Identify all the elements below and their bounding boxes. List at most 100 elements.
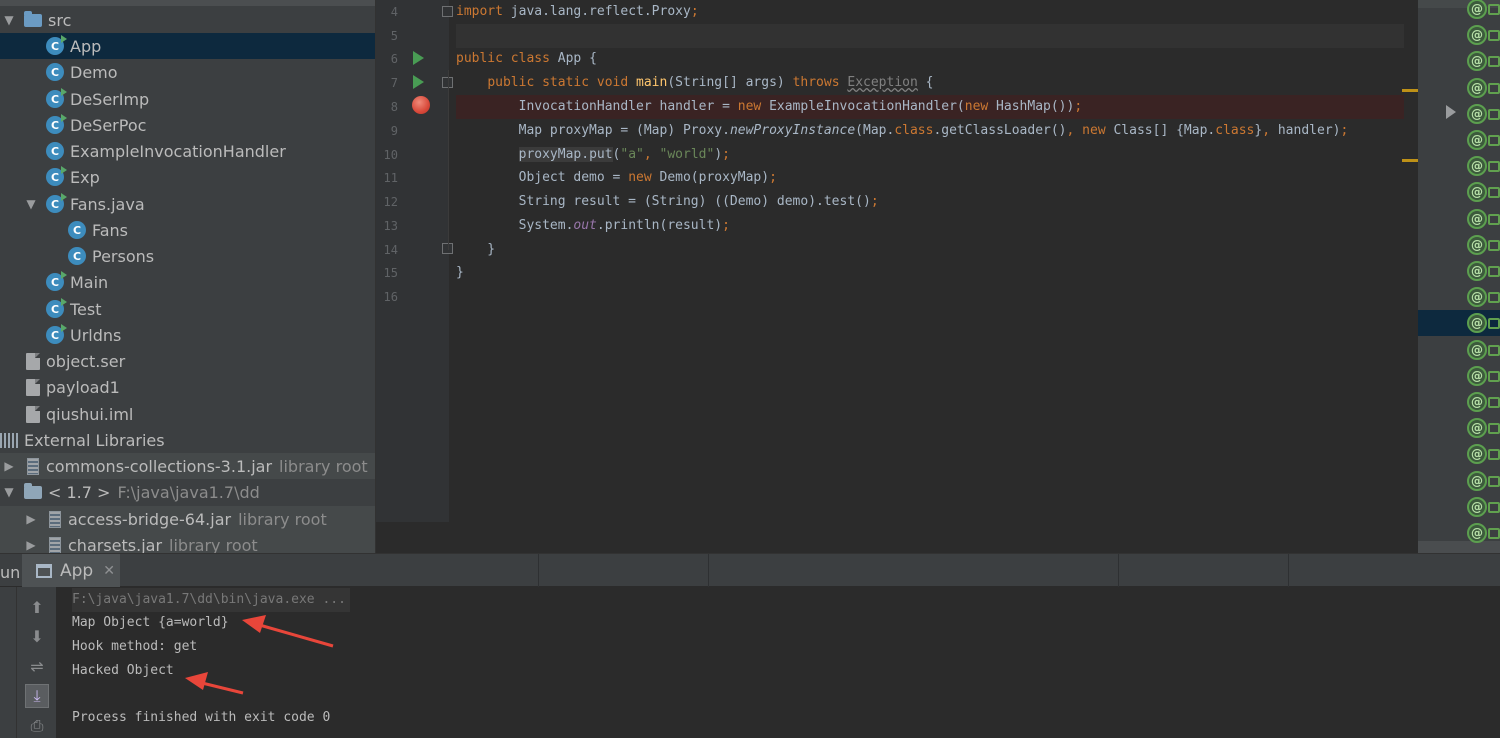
scroll-to-end-icon[interactable]: ⤓ (25, 684, 49, 708)
tree-item[interactable]: C ExampleInvocationHandler (0, 138, 375, 164)
tree-item[interactable]: C DeSerPoc (0, 112, 375, 138)
structure-item[interactable]: @ (1418, 0, 1500, 22)
scroll-down-icon[interactable]: ⬇ (25, 624, 49, 648)
semicolon: ; (690, 4, 699, 19)
runnable-class-icon: C (46, 193, 67, 213)
breakpoint-icon[interactable] (412, 96, 430, 114)
editor-gutter: 4 5 6 7 8 9 10 11 12 13 14 15 16 (376, 0, 453, 522)
tree-item-label: qiushui.iml (46, 404, 134, 424)
tree-item-label: charsets.jar (68, 535, 163, 554)
code-line-5 (456, 24, 1416, 48)
editor-scrollbar[interactable] (1402, 0, 1418, 522)
keyword-new: new (737, 99, 762, 114)
soft-wrap-icon[interactable]: ⇌ (25, 654, 49, 678)
structure-item[interactable]: @ (1418, 75, 1500, 101)
structure-item[interactable]: @ (1418, 415, 1500, 441)
tree-item-label: payload1 (46, 377, 120, 397)
structure-item[interactable]: @ (1418, 494, 1500, 520)
tree-item-label: Fans (92, 220, 129, 240)
structure-item[interactable]: @ (1418, 468, 1500, 494)
collapse-arrow-icon[interactable]: ▶ (24, 512, 38, 526)
tree-item[interactable]: ▶ commons-collections-3.1.jar library root (0, 453, 375, 479)
file-icon (26, 405, 40, 423)
annotation-method-icon: @ (1467, 444, 1487, 465)
tree-item[interactable]: ▶ charsets.jar library root (0, 532, 375, 553)
structure-item[interactable]: @ (1418, 284, 1500, 310)
structure-item[interactable]: @ (1418, 22, 1500, 48)
collapse-arrow-icon[interactable]: ▶ (2, 459, 16, 473)
tree-item[interactable]: C Fans (0, 217, 375, 243)
code-editor[interactable]: 4 5 6 7 8 9 10 11 12 13 14 15 16 import … (375, 0, 1418, 553)
warning-stripe[interactable] (1402, 159, 1418, 162)
structure-item[interactable]: @ (1418, 258, 1500, 284)
line-number: 7 (390, 76, 398, 90)
lock-icon (1488, 82, 1500, 94)
structure-item[interactable]: @ (1418, 206, 1500, 232)
lock-icon (1488, 56, 1500, 68)
run-main-icon[interactable] (413, 75, 424, 89)
lock-icon (1488, 187, 1500, 199)
structure-item[interactable]: @ (1418, 337, 1500, 363)
structure-item[interactable]: @ (1418, 520, 1500, 546)
console-command-line[interactable]: F:\java\java1.7\dd\bin\java.exe ... (72, 588, 350, 612)
run-class-icon[interactable] (413, 51, 424, 65)
warning-stripe[interactable] (1402, 89, 1418, 92)
tree-item[interactable]: C Exp (0, 164, 375, 190)
annotation-method-icon: @ (1467, 103, 1487, 124)
tree-item[interactable]: C Persons (0, 243, 375, 269)
annotation-method-icon: @ (1467, 339, 1487, 360)
class-icon: C (68, 221, 86, 239)
run-tab-app[interactable]: App ✕ (22, 554, 120, 588)
tree-item[interactable]: qiushui.iml (0, 401, 375, 427)
code-text: ExampleInvocationHandler( (761, 99, 965, 114)
structure-item[interactable]: @ (1418, 153, 1500, 179)
tree-item[interactable]: C Test (0, 296, 375, 322)
code-line-12: String result = (String) ((Demo) demo).t… (456, 190, 1416, 214)
structure-item[interactable]: @ (1418, 101, 1500, 127)
print-icon[interactable]: ⎙ (25, 714, 49, 738)
code-area[interactable]: import java.lang.reflect.Proxy; public c… (456, 0, 1416, 522)
tree-item[interactable]: payload1 (0, 374, 375, 400)
expand-arrow-icon[interactable]: ▼ (2, 13, 16, 27)
close-icon[interactable]: ✕ (103, 563, 115, 579)
tree-item[interactable]: C Main (0, 269, 375, 295)
console-line: Hacked Object (72, 663, 174, 678)
expand-arrow-icon[interactable]: ▼ (24, 197, 38, 211)
file-icon (26, 352, 40, 370)
indent-guide (448, 70, 449, 250)
tree-item[interactable]: C DeSerImp (0, 86, 375, 112)
jdk-folder-icon (24, 482, 42, 499)
tree-item[interactable]: External Libraries (0, 427, 375, 453)
structure-panel: @ @ @ @ @ @ @ @ @ @ @ @ @ @ @ @ @ @ @ @ @ (1418, 0, 1500, 553)
tree-item[interactable]: ▼ src (0, 7, 375, 33)
tree-item[interactable]: ▶ access-bridge-64.jar library root (0, 506, 375, 532)
collapse-arrow-icon[interactable]: ▶ (24, 538, 38, 552)
tree-item[interactable]: object.ser (0, 348, 375, 374)
lock-icon (1488, 318, 1500, 330)
scroll-up-icon[interactable]: ⬆ (25, 595, 49, 619)
structure-item[interactable]: @ (1418, 310, 1500, 337)
tree-item-label: object.ser (46, 351, 126, 371)
fold-icon[interactable] (442, 6, 453, 17)
structure-item[interactable]: @ (1418, 389, 1500, 415)
tree-item-suffix: library root (279, 456, 368, 476)
tree-item[interactable]: C App (0, 33, 375, 59)
line-number: 16 (383, 290, 398, 304)
expand-arrow-icon[interactable]: ▼ (2, 485, 16, 499)
tree-item-label: Demo (70, 62, 118, 82)
console-output[interactable]: F:\java\java1.7\dd\bin\java.exe ... Map … (56, 587, 1500, 738)
structure-item[interactable]: @ (1418, 441, 1500, 467)
tree-item[interactable]: ▼ < 1.7 > F:\java\java1.7\dd (0, 479, 375, 505)
tree-item[interactable]: C Demo (0, 59, 375, 85)
tree-item[interactable]: C Urldns (0, 322, 375, 348)
structure-item[interactable]: @ (1418, 179, 1500, 205)
runnable-class-icon: C (46, 35, 67, 55)
structure-item[interactable]: @ (1418, 48, 1500, 74)
structure-item[interactable]: @ (1418, 232, 1500, 258)
jar-icon (27, 457, 39, 475)
tree-item[interactable]: ▼ C Fans.java (0, 191, 375, 217)
structure-item[interactable]: @ (1418, 127, 1500, 153)
structure-item[interactable]: @ (1418, 363, 1500, 389)
semicolon: ; (1340, 123, 1349, 138)
